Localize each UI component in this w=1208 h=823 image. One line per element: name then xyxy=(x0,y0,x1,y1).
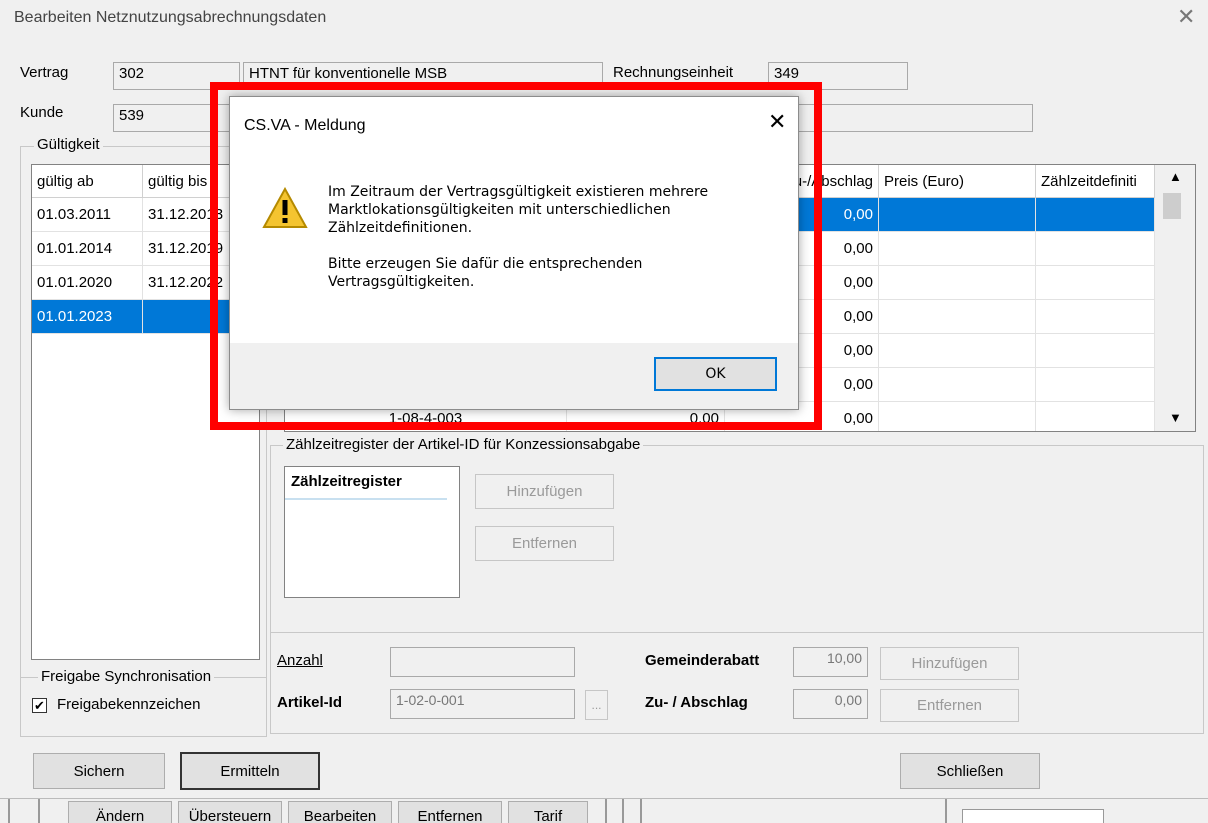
dialog-message: Im Zeitraum der Vertragsgültigkeit exist… xyxy=(328,183,708,291)
toolbar-separator xyxy=(640,799,642,823)
article-cell-zaehlzeit[interactable] xyxy=(1036,300,1155,334)
behind-uebersteuern-button[interactable]: Übersteuern xyxy=(178,801,282,823)
article-cell-zaehlzeit[interactable] xyxy=(1036,334,1155,368)
validity-cell-from[interactable]: 01.01.2020 xyxy=(32,266,143,300)
validity-cell-from[interactable]: 01.03.2011 xyxy=(32,198,143,232)
validity-cell-from[interactable]: 01.01.2014 xyxy=(32,232,143,266)
zzr-group-title: Zählzeitregister der Artikel-ID für Konz… xyxy=(283,436,644,453)
toolbar-separator xyxy=(8,799,10,823)
kunde-desc-field[interactable] xyxy=(780,104,1033,132)
article-cell-preis[interactable] xyxy=(879,198,1036,232)
article-cell-zaehlzeit[interactable] xyxy=(1036,368,1155,402)
articles-scrollbar[interactable]: ▲ ▼ xyxy=(1155,165,1195,431)
article-cell-zaehlzeit[interactable] xyxy=(1036,266,1155,300)
article-cell-preis[interactable] xyxy=(879,402,1036,431)
zzr-list[interactable]: Zählzeitregister xyxy=(284,466,460,598)
col-header-from[interactable]: gültig ab xyxy=(32,165,143,198)
behind-entfernen-button[interactable]: Entfernen xyxy=(398,801,502,823)
zzr-remove-button[interactable]: Entfernen xyxy=(475,526,614,561)
gemeinderabatt-label: Gemeinderabatt xyxy=(645,652,760,669)
article-cell-preis[interactable] xyxy=(879,368,1036,402)
vertrag-label: Vertrag xyxy=(20,64,69,81)
article-cell-preis[interactable] xyxy=(879,232,1036,266)
window-close-icon[interactable]: ✕ xyxy=(1177,6,1195,28)
rechnungseinheit-label: Rechnungseinheit xyxy=(613,64,734,81)
dialog-message-line: Marktlokationsgültigkeiten mit unterschi… xyxy=(328,202,671,218)
dialog-title: CS.VA - Meldung xyxy=(244,117,366,134)
scroll-down-icon[interactable]: ▼ xyxy=(1169,410,1182,425)
behind-tarif-button[interactable]: Tarif xyxy=(508,801,588,823)
validity-table[interactable]: gültig ab gültig bis 01.03.2011 31.12.201… xyxy=(31,164,260,660)
dialog-message-line: Bitte erzeugen Sie dafür die entsprechen… xyxy=(328,256,643,272)
article-cell-preis[interactable] xyxy=(879,300,1036,334)
dialog-message-line: Vertragsgültigkeiten. xyxy=(328,274,475,290)
dialog-message-line: Im Zeitraum der Vertragsgültigkeit exist… xyxy=(328,184,709,200)
calculate-button[interactable]: Ermitteln xyxy=(180,752,320,790)
warning-icon xyxy=(262,187,308,228)
artikel-id-field[interactable]: 1-02-0-001 xyxy=(390,689,575,719)
anzahl-label: Anzahl xyxy=(277,652,323,669)
sync-group-title: Freigabe Synchronisation xyxy=(38,668,215,685)
zzr-add-button[interactable]: Hinzufügen xyxy=(475,474,614,509)
background-toolbar: Ändern Übersteuern Bearbeiten Entfernen … xyxy=(0,798,1208,823)
behind-aendern-button[interactable]: Ändern xyxy=(68,801,172,823)
col-header-zaehlzeit[interactable]: Zählzeitdefiniti xyxy=(1036,165,1155,198)
scroll-up-icon[interactable]: ▲ xyxy=(1169,169,1182,184)
zuabschlag-field[interactable]: 0,00 xyxy=(793,689,868,719)
gueltigkeit-group-title: Gültigkeit xyxy=(34,136,103,153)
toolbar-separator xyxy=(622,799,624,823)
article-cell-preis[interactable] xyxy=(879,334,1036,368)
close-button[interactable]: Schließen xyxy=(900,753,1040,789)
artikel-id-label: Artikel-Id xyxy=(277,694,343,711)
kunde-label: Kunde xyxy=(20,104,64,121)
zzr-list-header[interactable]: Zählzeitregister xyxy=(285,467,447,500)
behind-field[interactable] xyxy=(962,809,1104,823)
gemeinderabatt-field[interactable]: 10,00 xyxy=(793,647,868,677)
freigabe-checkbox-label: Freigabekennzeichen xyxy=(57,696,201,713)
toolbar-separator xyxy=(605,799,607,823)
message-dialog: CS.VA - Meldung ✕ Im Zeitraum der Vertra… xyxy=(229,96,799,410)
rechnungseinheit-field[interactable]: 349 xyxy=(768,62,908,90)
behind-bearbeiten-button[interactable]: Bearbeiten xyxy=(288,801,392,823)
window-title: Bearbeiten Netznutzungsabrechnungsdaten xyxy=(14,9,327,26)
toolbar-separator xyxy=(38,799,40,823)
dialog-close-icon[interactable]: ✕ xyxy=(768,111,786,133)
toolbar-separator xyxy=(945,799,947,823)
bottom-add-button[interactable]: Hinzufügen xyxy=(880,647,1019,680)
ok-button[interactable]: OK xyxy=(654,357,777,391)
zuabschlag-label: Zu- / Abschlag xyxy=(645,694,748,711)
article-cell-preis[interactable] xyxy=(879,266,1036,300)
col-header-preis[interactable]: Preis (Euro) xyxy=(879,165,1036,198)
kunde-id-field[interactable]: 539 xyxy=(113,104,240,132)
anzahl-field[interactable] xyxy=(390,647,575,677)
vertrag-desc-field[interactable]: HTNT für konventionelle MSB xyxy=(243,62,603,90)
validity-cell-from[interactable]: 01.01.2023 xyxy=(32,300,143,334)
article-cell-zaehlzeit[interactable] xyxy=(1036,232,1155,266)
bottom-remove-button[interactable]: Entfernen xyxy=(880,689,1019,722)
scroll-thumb[interactable] xyxy=(1163,193,1181,219)
freigabe-checkbox[interactable]: ✔ xyxy=(32,698,47,713)
vertrag-id-field[interactable]: 302 xyxy=(113,62,240,90)
save-button[interactable]: Sichern xyxy=(33,753,165,789)
dialog-message-line: Zählzeitdefinitionen. xyxy=(328,220,473,236)
article-cell-zaehlzeit[interactable] xyxy=(1036,402,1155,431)
article-cell-zaehlzeit[interactable] xyxy=(1036,198,1155,232)
artikel-browse-button[interactable]: ... xyxy=(585,690,608,720)
